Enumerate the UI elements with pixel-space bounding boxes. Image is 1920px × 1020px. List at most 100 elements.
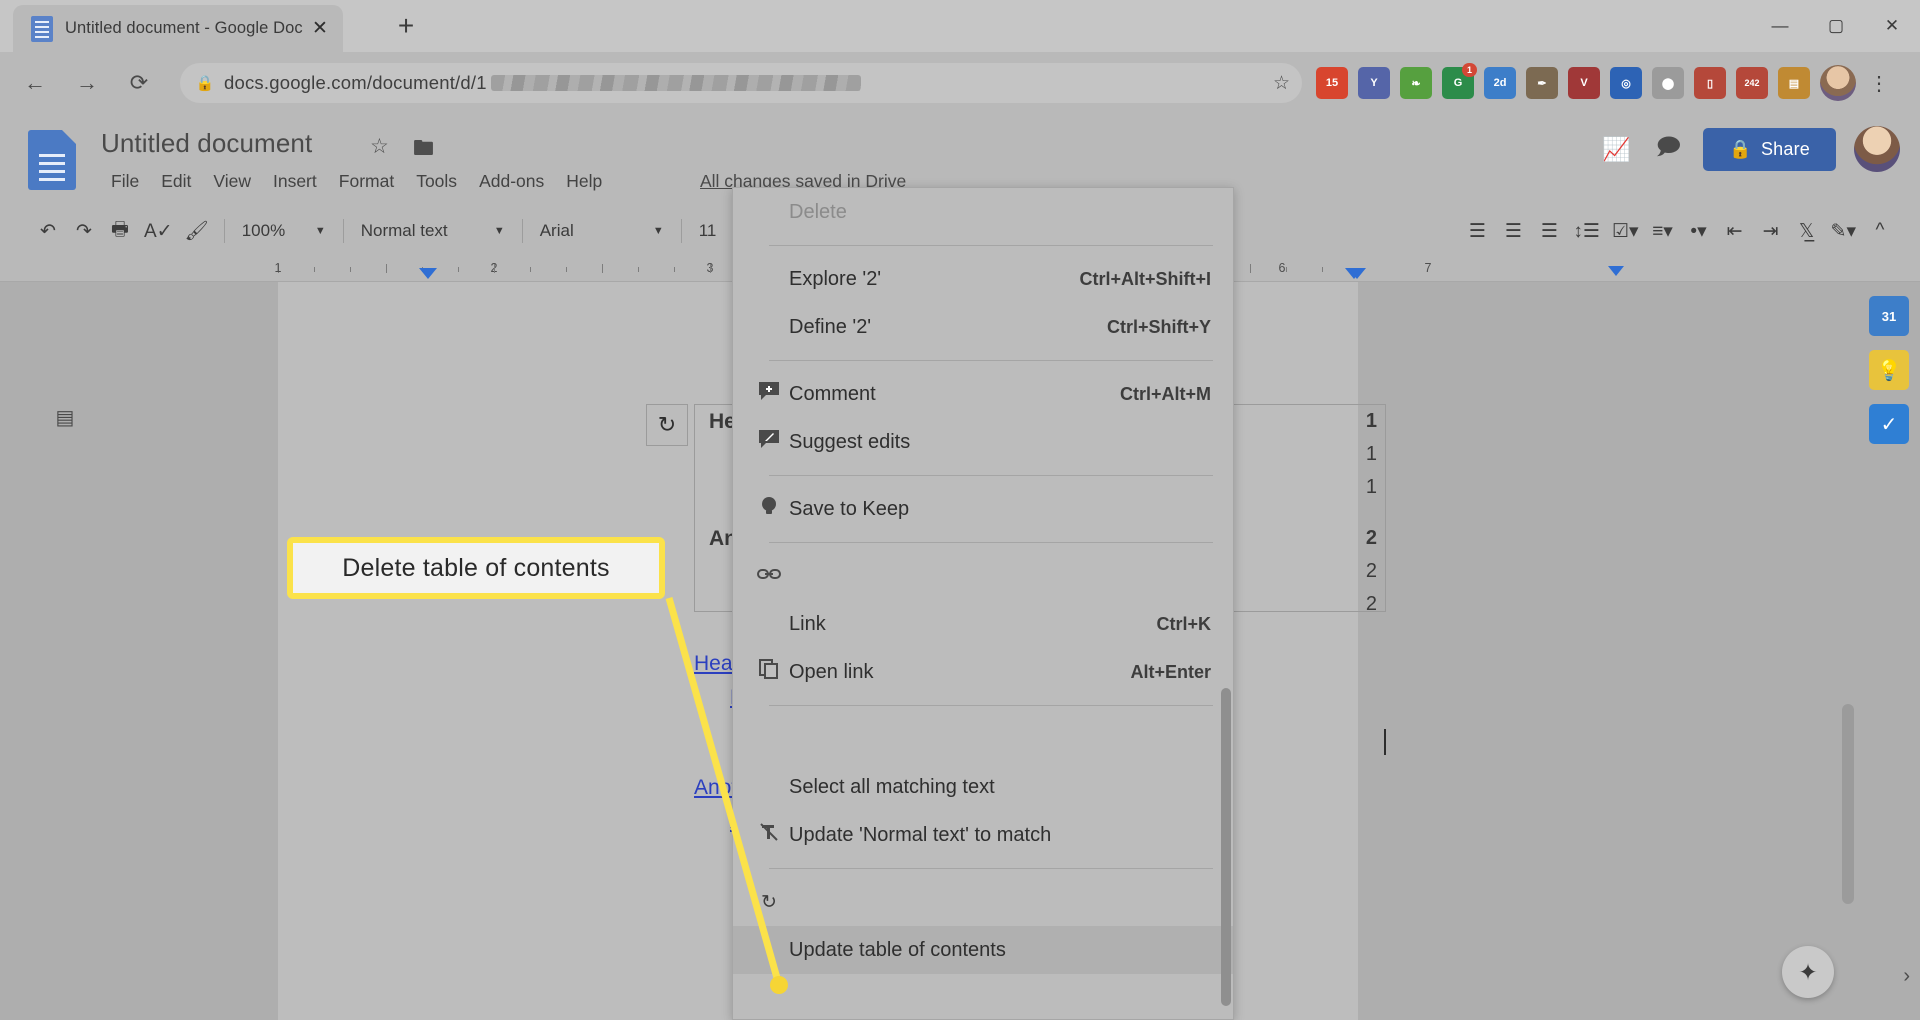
reload-icon[interactable]: ⟳ (118, 62, 160, 104)
menu-add-ons[interactable]: Add-ons (468, 168, 555, 195)
chrome-menu-icon[interactable]: ⋮ (1862, 71, 1896, 96)
maximize-icon[interactable]: ▢ (1808, 0, 1864, 52)
menu-item-update-normal-text-to-match[interactable]: Select all matching text (733, 763, 1233, 811)
move-to-folder-icon[interactable]: 🖿 (413, 134, 434, 169)
calendar-icon[interactable]: 31 (1869, 296, 1909, 336)
document-scrollbar-thumb[interactable] (1842, 704, 1854, 904)
spelling-check-icon[interactable]: A✓ (138, 213, 179, 249)
minimize-icon[interactable]: — (1752, 0, 1808, 52)
update-toc-button[interactable]: ↻ (646, 404, 688, 446)
menu-item-copy-link-url[interactable]: Open link Alt+Enter (733, 648, 1233, 696)
menu-format[interactable]: Format (328, 168, 405, 195)
font-size-value: 11 (698, 221, 717, 240)
window-controls: — ▢ ✕ (1752, 0, 1920, 52)
circle-extension-icon[interactable]: ◎ (1610, 67, 1642, 99)
keep-icon[interactable]: 💡 (1869, 350, 1909, 390)
checklist-icon[interactable]: ☑▾ (1606, 213, 1645, 249)
expand-side-panel-icon[interactable]: › (1903, 965, 1910, 988)
account-avatar[interactable] (1854, 126, 1900, 172)
comments-icon[interactable]: 🗩 (1651, 130, 1685, 169)
paragraph-style-select[interactable]: Normal text ▼ (353, 214, 513, 248)
new-tab-button[interactable]: + (390, 12, 422, 44)
left-indent-marker[interactable] (419, 268, 437, 279)
bulleted-list-icon[interactable]: •▾ (1681, 213, 1717, 249)
calendar2-extension-icon[interactable]: 2d (1484, 67, 1516, 99)
share-button[interactable]: 🔒 Share (1703, 127, 1836, 171)
profile-avatar[interactable] (1820, 65, 1856, 101)
numbered-list-icon[interactable]: ≡▾ (1645, 213, 1681, 249)
clear-formatting-icon[interactable]: 𝕏̲ (1789, 213, 1825, 249)
menu-tools[interactable]: Tools (405, 168, 468, 195)
align-center-icon[interactable]: ☰ (1495, 213, 1531, 249)
increase-indent-icon[interactable]: ⇥ (1753, 213, 1789, 249)
menu-item-delete-table-of-contents[interactable]: Update table of contents (733, 926, 1233, 974)
menu-item-link[interactable] (733, 552, 1233, 600)
align-justify-icon[interactable]: ☰ (1531, 213, 1567, 249)
menu-item-open-link[interactable]: Link Ctrl+K (733, 600, 1233, 648)
toc-entry-page: 1 (1365, 443, 1377, 465)
font-select[interactable]: Arial ▼ (532, 214, 672, 248)
address-bar[interactable]: 🔒 docs.google.com/document/d/1 ☆ (180, 63, 1302, 103)
menu-item-label: Save to Keep (789, 497, 910, 520)
context-menu[interactable]: Delete Explore '2' Ctrl+Alt+Shift+I Defi… (732, 187, 1234, 1020)
notes-extension-icon[interactable]: ▤ (1778, 67, 1810, 99)
menu-item-clear-formatting[interactable]: Update 'Normal text' to match (733, 811, 1233, 859)
menu-help[interactable]: Help (555, 168, 613, 195)
y-extension-icon[interactable]: Y (1358, 67, 1390, 99)
document-outline-toggle[interactable]: ▤ (46, 400, 84, 434)
line-spacing-icon[interactable]: ↕☰ (1567, 213, 1606, 249)
print-icon[interactable]: 🖶 (102, 213, 138, 249)
editing-mode-icon[interactable]: ✎▾ (1825, 213, 1862, 249)
document-title[interactable]: Untitled document (101, 128, 312, 159)
menu-item-label: Update 'Normal text' to match (789, 823, 1052, 846)
tasks-icon[interactable]: ✓ (1869, 404, 1909, 444)
menu-item-comment[interactable]: Comment Ctrl+Alt+M (733, 370, 1233, 418)
paint-format-icon[interactable]: 🖌 (179, 213, 215, 249)
bookmark-star-icon[interactable]: ☆ (1273, 72, 1290, 95)
star-icon[interactable]: ☆ (370, 134, 389, 159)
menu-item-label: Link (789, 612, 826, 635)
menu-item-explore[interactable]: Explore '2' Ctrl+Alt+Shift+I (733, 255, 1233, 303)
menu-item-select-all-matching-text[interactable] (733, 715, 1233, 763)
toolbar-right-group: ☰ ☰ ☰ ↕☰ ☑▾ ≡▾ •▾ ⇤ ⇥ 𝕏̲ ✎▾ ^ (1459, 213, 1920, 249)
menu-scrollbar-thumb[interactable] (1221, 688, 1231, 1006)
menu-file[interactable]: File (100, 168, 150, 195)
decrease-indent-icon[interactable]: ⇤ (1717, 213, 1753, 249)
close-window-icon[interactable]: ✕ (1864, 0, 1920, 52)
menu-item-save-to-keep[interactable]: Save to Keep (733, 485, 1233, 533)
menu-item-define[interactable]: Define '2' Ctrl+Shift+Y (733, 303, 1233, 351)
close-tab-icon[interactable]: ✕ (307, 17, 333, 40)
explore-button[interactable]: ✦ (1782, 946, 1834, 998)
menu-item-suggest-edits[interactable]: Suggest edits (733, 418, 1233, 466)
menu-edit[interactable]: Edit (150, 168, 202, 195)
bookmark-extension-icon[interactable]: ▯ (1694, 67, 1726, 99)
menu-separator (769, 705, 1213, 706)
redo-icon[interactable]: ↷ (66, 213, 102, 249)
back-icon[interactable]: ← (14, 62, 56, 104)
opera-extension-icon[interactable]: V (1568, 67, 1600, 99)
calendar-extension-icon[interactable]: 15 (1316, 67, 1348, 99)
align-left-icon[interactable]: ☰ (1459, 213, 1495, 249)
menu-insert[interactable]: Insert (262, 168, 328, 195)
toolbar-divider (680, 219, 682, 243)
activity-dashboard-icon[interactable]: 📈 (1599, 136, 1633, 163)
leaf-extension-icon[interactable]: ❧ (1400, 67, 1432, 99)
undo-icon[interactable]: ↶ (30, 213, 66, 249)
grammarly-extension-icon[interactable]: G 1 (1442, 63, 1477, 99)
browser-tab[interactable]: Untitled document - Google Doc ✕ (13, 5, 343, 52)
feather-extension-icon[interactable]: ✒ (1526, 67, 1558, 99)
lastpass-extension-icon[interactable]: ⬤ (1652, 67, 1684, 99)
menu-item-delete[interactable]: Delete (733, 188, 1233, 236)
menu-item-accel: Ctrl+Shift+Y (1106, 316, 1211, 337)
zoom-select[interactable]: 100% ▼ (234, 214, 334, 248)
abp-extension-icon[interactable]: 242 (1736, 67, 1768, 99)
menu-separator (769, 475, 1213, 476)
collapse-toolbar-icon[interactable]: ^ (1862, 213, 1898, 249)
forward-icon[interactable]: → (66, 62, 108, 104)
style-value: Normal text (360, 221, 448, 240)
docs-logo-icon[interactable] (28, 130, 76, 190)
menu-view[interactable]: View (202, 168, 262, 195)
menu-item-update-table-of-contents[interactable]: ↻ (733, 878, 1233, 926)
side-panel-rail: 31 💡 ✓ › (1858, 282, 1920, 1020)
toolbar-divider (223, 219, 225, 243)
